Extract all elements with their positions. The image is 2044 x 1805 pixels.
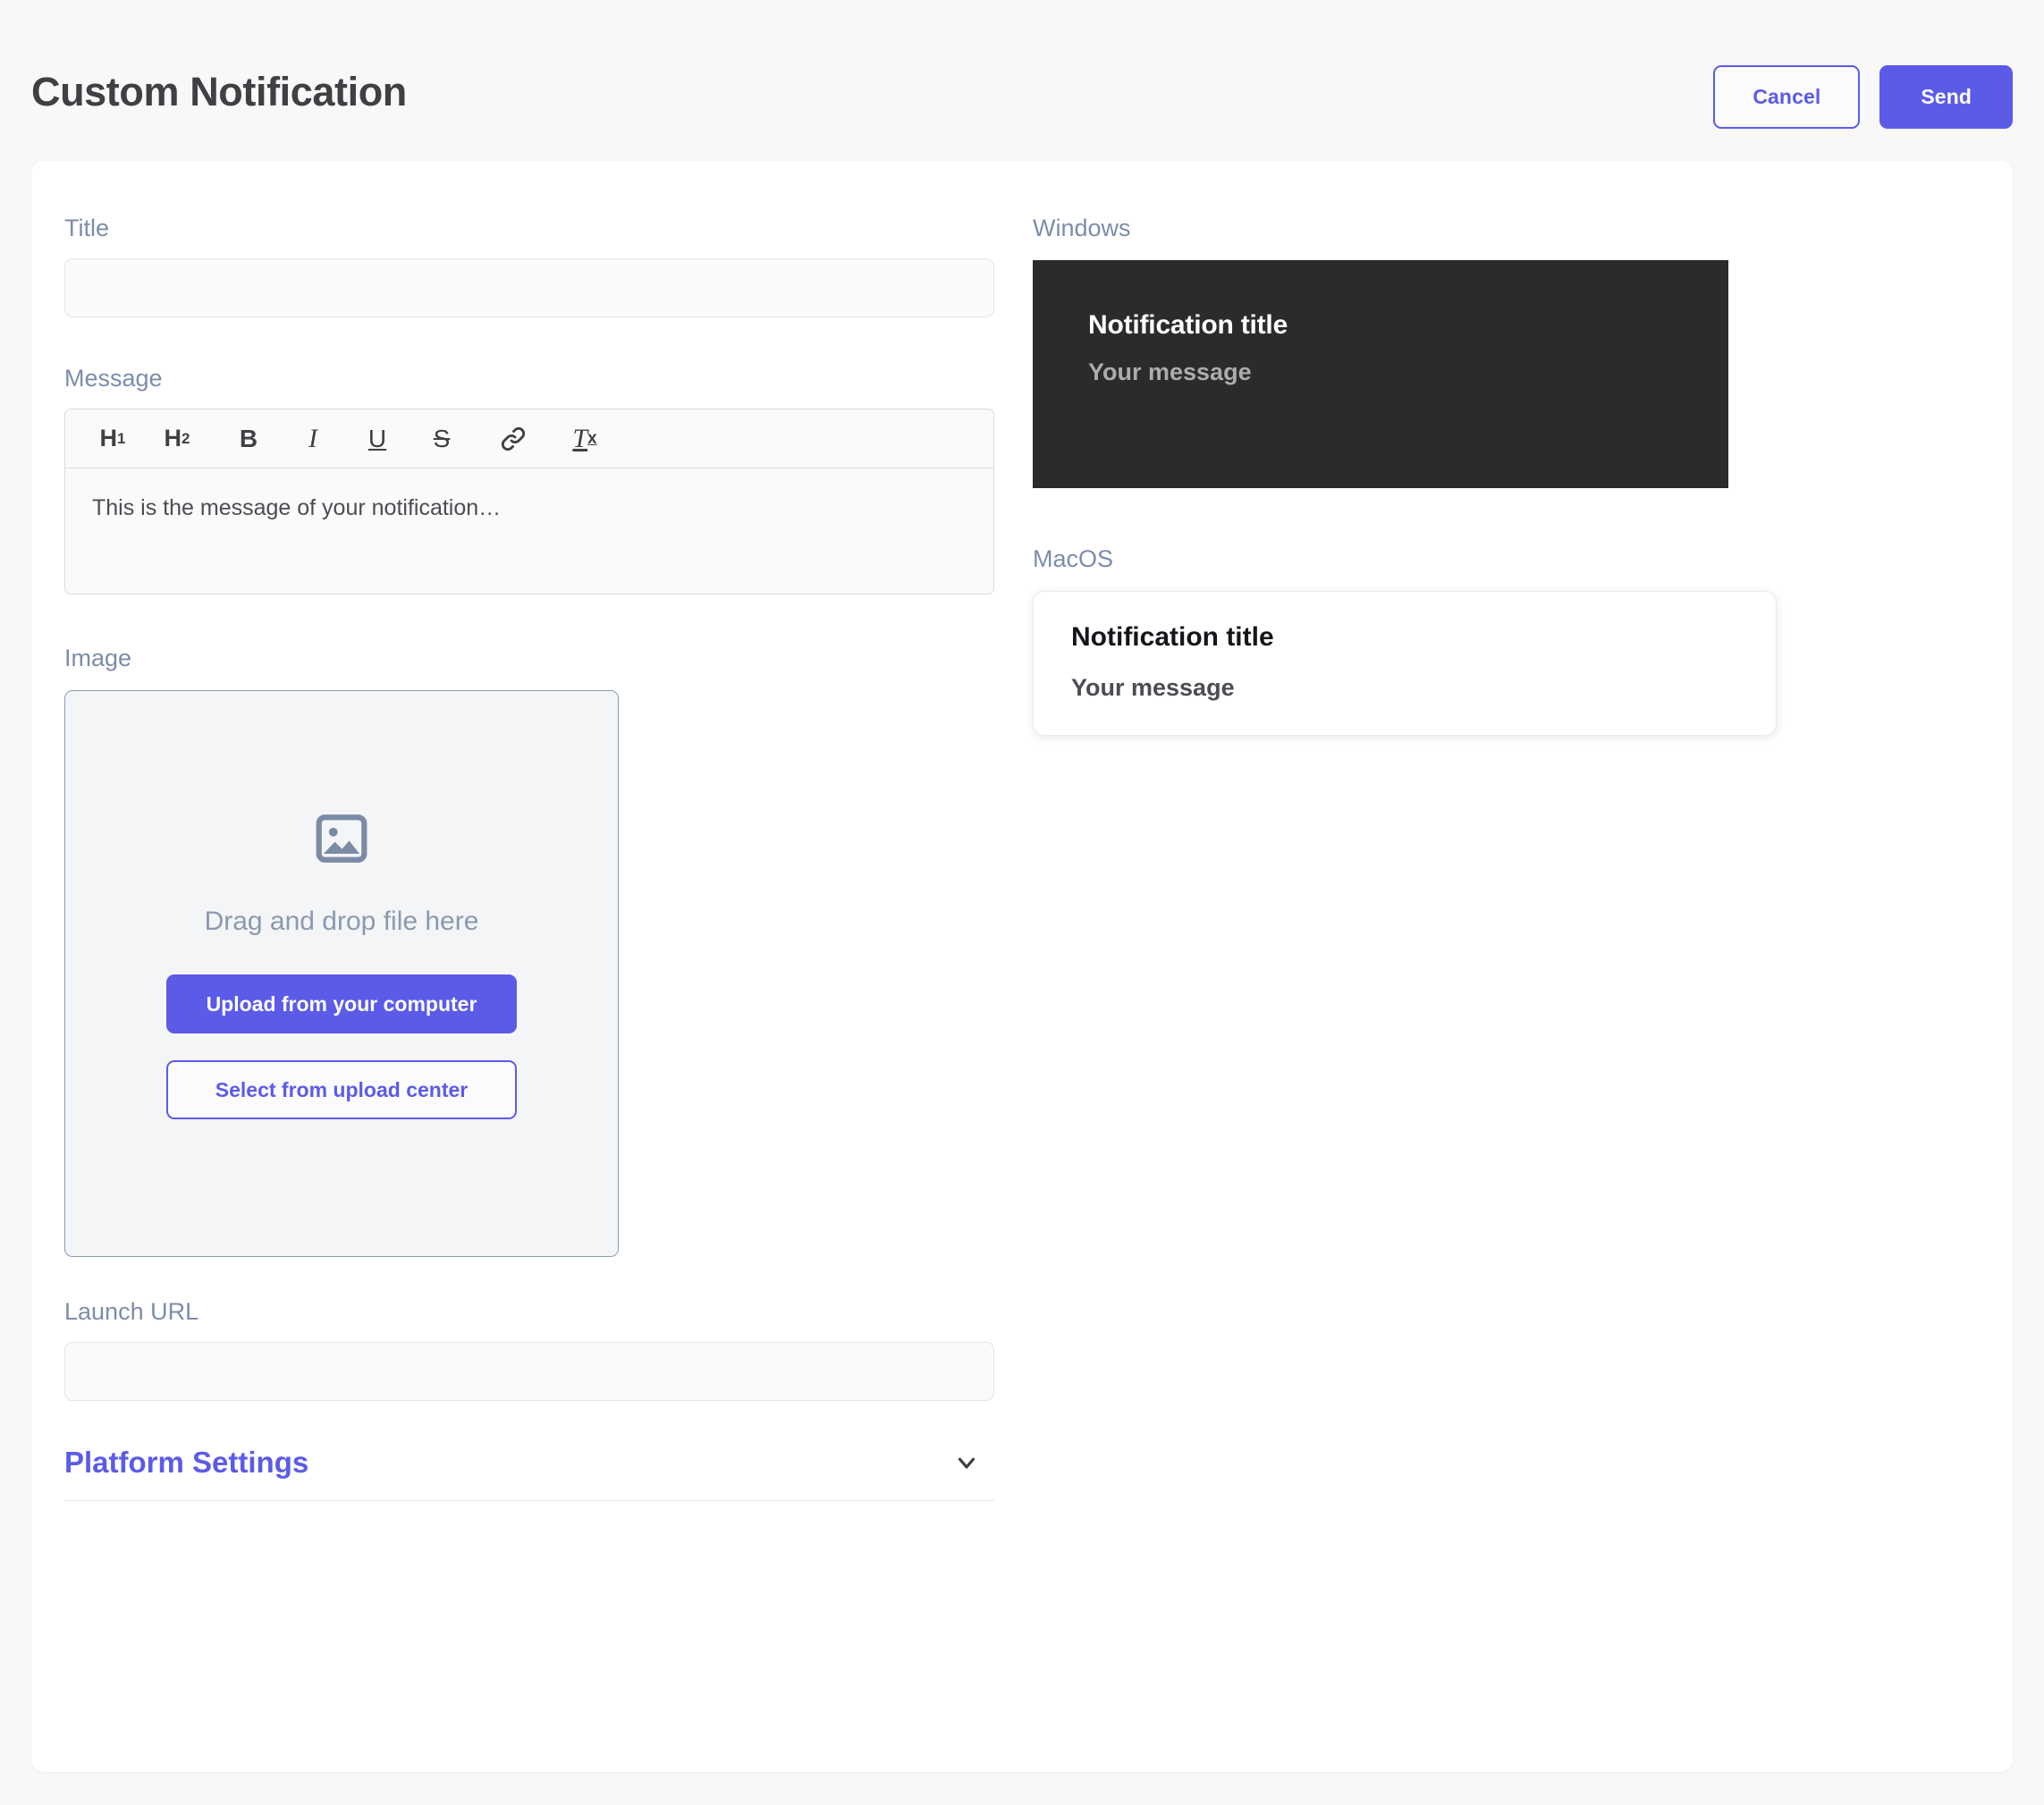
windows-preview-label: Windows [1033,215,1131,241]
image-label: Image [64,645,132,671]
page-header: Custom Notification Cancel Send [0,0,2044,163]
custom-notification-page: Custom Notification Cancel Send Title Me… [0,0,2044,1805]
macos-preview-title: Notification title [1071,622,1274,652]
editor-toolbar: H1 H2 B I U S Tx [65,409,993,468]
message-field-group: Message H1 H2 B I U S T x This is the me… [64,367,1048,595]
form-column: Title Message H1 H2 B I U S T x This is … [64,216,1048,1501]
message-editor: H1 H2 B I U S Tx This is the message of … [64,409,994,595]
macos-notification-preview: Notification title Your message [1033,591,1777,736]
message-body-text[interactable]: This is the message of your notification… [65,468,993,594]
link-icon[interactable] [491,417,536,461]
preview-column: Windows Notification title Your message … [1033,216,1963,736]
italic-icon[interactable]: I [291,417,335,461]
macos-preview-message: Your message [1071,674,1235,701]
macos-preview-label: MacOS [1033,545,1114,572]
image-dropzone[interactable]: Drag and drop file here Upload from your… [64,690,619,1257]
chevron-down-icon[interactable] [953,1449,994,1476]
send-button[interactable]: Send [1879,65,2013,129]
platform-settings-label: Platform Settings [64,1446,309,1479]
heading-2-icon[interactable]: H2 [155,417,199,461]
dropzone-text: Drag and drop file here [204,907,479,936]
message-label: Message [64,365,163,392]
launch-url-input[interactable] [64,1342,994,1401]
launch-url-label: Launch URL [64,1298,199,1325]
upload-from-computer-button[interactable]: Upload from your computer [166,974,517,1033]
windows-notification-preview: Notification title Your message [1033,260,1728,488]
platform-settings-accordion[interactable]: Platform Settings [64,1447,994,1501]
cancel-button[interactable]: Cancel [1713,65,1861,129]
heading-1-icon[interactable]: H1 [90,417,135,461]
windows-preview-title: Notification title [1088,310,1288,340]
image-field-group: Image Drag and drop file here Upload fro… [64,646,1048,1257]
underline-icon[interactable]: U [355,417,400,461]
page-title: Custom Notification [31,69,407,114]
strikethrough-icon[interactable]: S [419,417,464,461]
bold-icon[interactable]: B [226,417,271,461]
title-input[interactable] [64,258,994,317]
windows-preview-message: Your message [1088,358,1252,385]
clear-formatting-icon[interactable]: Tx [562,417,607,461]
select-from-upload-center-button[interactable]: Select from upload center [166,1060,517,1119]
launch-url-field-group: Launch URL [64,1300,1048,1401]
image-placeholder-icon [314,811,369,871]
title-label: Title [64,215,110,241]
notification-form-card: Title Message H1 H2 B I U S T x This is … [31,161,2013,1772]
title-field-group: Title [64,216,1048,317]
header-actions: Cancel Send [1713,65,2013,129]
